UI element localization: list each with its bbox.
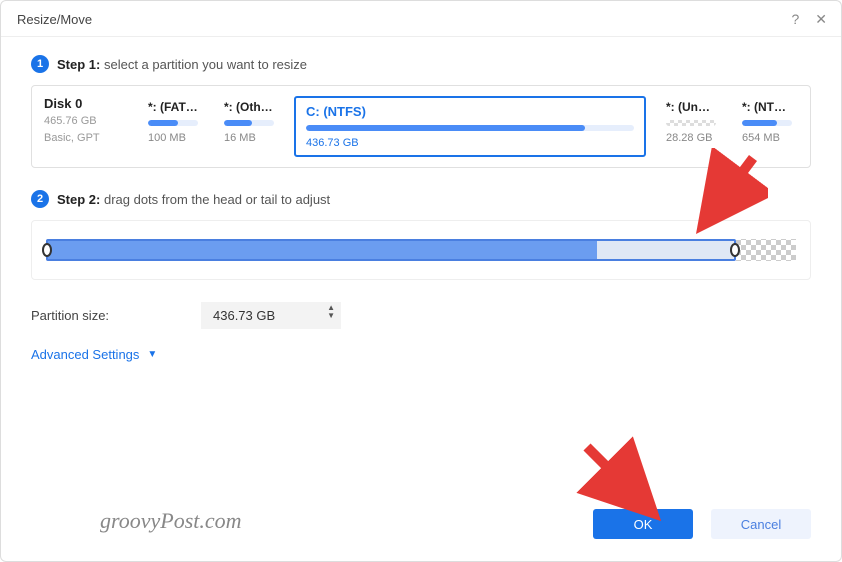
partition-item[interactable]: *: (Unallo… 28.28 GB (660, 96, 722, 148)
resize-track-container (31, 220, 811, 280)
disk-name: Disk 0 (44, 96, 128, 111)
step1-badge: 1 (31, 55, 49, 73)
step1-desc: select a partition you want to resize (104, 57, 307, 72)
watermark: groovyPost.com (100, 508, 242, 534)
drag-handle-left[interactable] (42, 243, 52, 257)
step2-name: Step 2: (57, 192, 100, 207)
disk-selector: Disk 0 465.76 GB Basic, GPT *: (FAT… 100… (31, 85, 811, 168)
step2-desc: drag dots from the head or tail to adjus… (104, 192, 330, 207)
close-icon[interactable]: ✕ (815, 11, 827, 28)
partition-size-input[interactable] (201, 302, 341, 329)
step1-name: Step 1: (57, 57, 100, 72)
disk-scheme: Basic, GPT (44, 130, 128, 147)
partition-size: 436.73 GB (306, 137, 634, 149)
advanced-settings-label: Advanced Settings (31, 347, 139, 362)
partition-size-row: Partition size: ▲ ▼ (31, 302, 811, 329)
free-region (597, 241, 734, 259)
resize-move-dialog: Resize/Move ? ✕ 1 Step 1: select a parti… (0, 0, 842, 562)
step1-header: 1 Step 1: select a partition you want to… (31, 55, 811, 73)
partition-label: *: (Unallo… (666, 100, 716, 114)
step2-header: 2 Step 2: drag dots from the head or tai… (31, 190, 811, 208)
partition-size: 16 MB (224, 132, 274, 144)
disk-size: 465.76 GB (44, 113, 128, 130)
resize-partition-region[interactable] (46, 239, 736, 261)
chevron-down-icon: ▼ (147, 349, 157, 360)
partition-label: C: (NTFS) (306, 104, 634, 119)
used-region (48, 241, 597, 259)
drag-handle-right[interactable] (730, 243, 740, 257)
stepper-down-icon[interactable]: ▼ (327, 312, 335, 320)
partition-size-label: Partition size: (31, 308, 171, 323)
resize-track[interactable] (46, 239, 796, 261)
partition-item[interactable]: *: (FAT… 100 MB (142, 96, 204, 148)
partition-item-selected[interactable]: C: (NTFS) 436.73 GB (294, 96, 646, 157)
partition-size: 654 MB (742, 132, 792, 144)
help-icon[interactable]: ? (791, 11, 799, 28)
partition-label: *: (Oth… (224, 100, 274, 114)
unallocated-region (736, 239, 796, 261)
ok-button[interactable]: OK (593, 509, 693, 539)
step2-badge: 2 (31, 190, 49, 208)
cancel-button[interactable]: Cancel (711, 509, 811, 539)
partition-size: 100 MB (148, 132, 198, 144)
partition-item[interactable]: *: (Oth… 16 MB (218, 96, 280, 148)
partition-label: *: (FAT… (148, 100, 198, 114)
partition-label: *: (NT… (742, 100, 792, 114)
window-title: Resize/Move (17, 12, 92, 27)
disk-info: Disk 0 465.76 GB Basic, GPT (44, 96, 128, 146)
size-stepper[interactable]: ▲ ▼ (327, 304, 335, 320)
advanced-settings-link[interactable]: Advanced Settings ▼ (31, 347, 811, 362)
titlebar: Resize/Move ? ✕ (1, 1, 841, 37)
partition-size: 28.28 GB (666, 132, 716, 144)
partition-item[interactable]: *: (NT… 654 MB (736, 96, 798, 148)
